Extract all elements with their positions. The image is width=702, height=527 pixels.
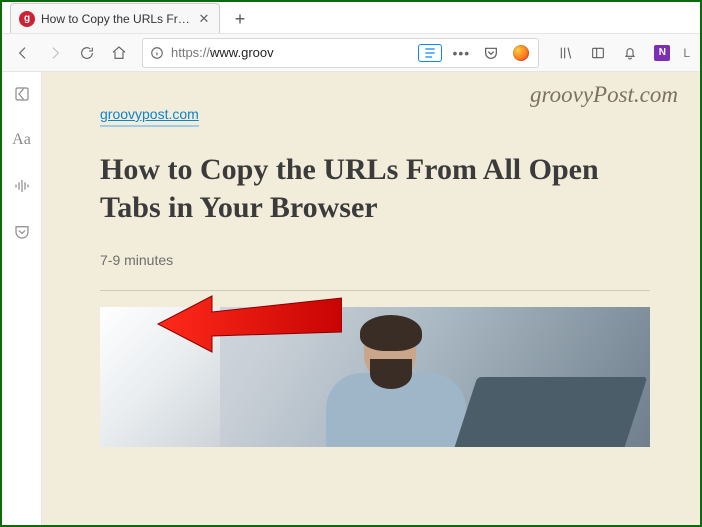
watermark-text: groovyPost.com [530, 82, 678, 108]
toolbar-right: N L [551, 38, 694, 68]
reload-button[interactable] [72, 38, 102, 68]
narrate-icon[interactable] [8, 172, 36, 200]
sidebar-toggle-icon[interactable] [583, 38, 613, 68]
site-info-icon[interactable] [149, 45, 165, 61]
new-tab-button[interactable]: + [226, 5, 254, 33]
library-icon[interactable] [551, 38, 581, 68]
font-settings-icon[interactable]: Aa [8, 126, 36, 154]
back-to-page-icon[interactable] [8, 80, 36, 108]
content-row: Aa groovyPost.com groovypost.com How to … [2, 72, 700, 525]
reader-view: groovyPost.com groovypost.com How to Cop… [42, 72, 700, 525]
browser-window: g How to Copy the URLs From All Open Tab… [2, 2, 700, 525]
reader-mode-icon[interactable] [418, 44, 442, 62]
tab-strip: g How to Copy the URLs From All Open Tab… [2, 1, 254, 33]
nav-toolbar: https://www.groov ••• [2, 34, 700, 72]
back-button[interactable] [8, 38, 38, 68]
read-time: 7-9 minutes [100, 252, 650, 268]
article-title: How to Copy the URLs From All Open Tabs … [100, 151, 650, 226]
url-text: https://www.groov [171, 45, 412, 60]
tab-active[interactable]: g How to Copy the URLs From All Open Tab… [10, 3, 220, 33]
pocket-icon[interactable] [480, 42, 502, 64]
url-bar[interactable]: https://www.groov ••• [142, 38, 539, 68]
profile-letter[interactable]: L [683, 46, 690, 60]
site-link[interactable]: groovypost.com [100, 106, 199, 122]
tab-favicon: g [19, 11, 35, 27]
firefox-account-icon[interactable] [510, 42, 532, 64]
home-button[interactable] [104, 38, 134, 68]
page-actions-icon[interactable]: ••• [450, 42, 472, 64]
save-pocket-icon[interactable] [8, 218, 36, 246]
reader-sidebar: Aa [2, 72, 42, 525]
notifications-icon[interactable] [615, 38, 645, 68]
tab-close-icon[interactable]: ✕ [197, 12, 211, 26]
divider [100, 290, 650, 291]
hero-image [100, 307, 650, 447]
onenote-icon[interactable]: N [647, 38, 677, 68]
tab-title: How to Copy the URLs From All Open Tabs … [41, 12, 191, 26]
site-link-wrap: groovypost.com [100, 106, 199, 127]
forward-button[interactable] [40, 38, 70, 68]
titlebar: g How to Copy the URLs From All Open Tab… [2, 2, 700, 34]
